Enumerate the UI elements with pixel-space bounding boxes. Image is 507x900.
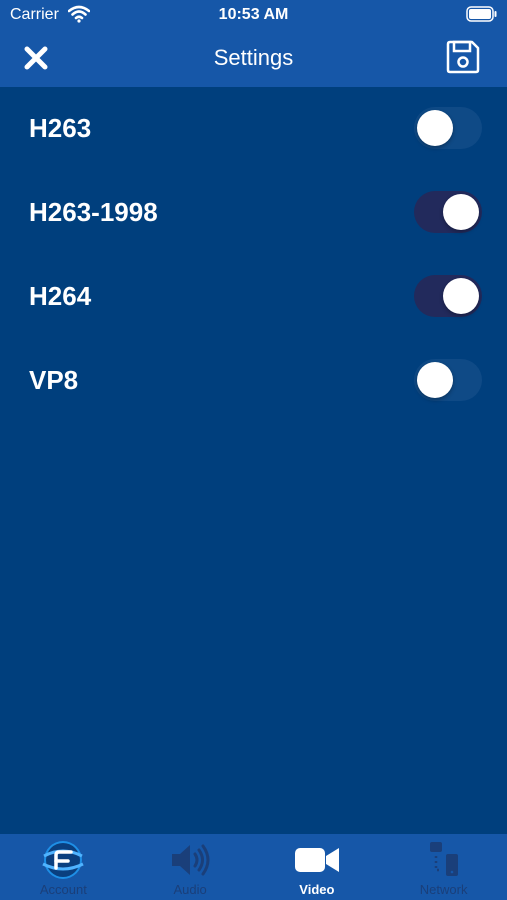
codec-toggle-vp8[interactable]	[414, 359, 482, 401]
status-time: 10:53 AM	[218, 6, 289, 23]
toggle-knob	[417, 362, 453, 398]
tab-label: Account	[39, 882, 87, 897]
network-icon	[420, 840, 468, 880]
codec-label: H263	[29, 113, 92, 143]
codec-row-h264: H264	[0, 255, 507, 339]
tab-label: Video	[299, 882, 335, 897]
tab-bar: Account Audio Video Network	[0, 834, 507, 900]
codec-row-vp8: VP8	[0, 339, 507, 423]
tab-label: Audio	[173, 882, 207, 897]
tab-account[interactable]: Account	[0, 834, 127, 900]
codec-list: H263 H263-1998 H264 VP8	[0, 87, 507, 423]
codec-toggle-h263[interactable]	[414, 107, 482, 149]
tab-video[interactable]: Video	[254, 834, 381, 900]
codec-label: H264	[29, 281, 92, 311]
speaker-icon	[166, 840, 214, 880]
toggle-knob	[443, 278, 479, 314]
tab-label: Network	[419, 882, 468, 897]
codec-toggle-h264[interactable]	[414, 275, 482, 317]
settings-screen: Carrier 10:53 AM Settings H263 H263-1998…	[0, 0, 507, 900]
account-icon	[39, 840, 87, 880]
tab-network[interactable]: Network	[380, 834, 507, 900]
video-camera-icon	[293, 840, 341, 880]
codec-label: VP8	[29, 365, 79, 395]
codec-row-h263-1998: H263-1998	[0, 171, 507, 255]
page-title: Settings	[213, 45, 294, 70]
toggle-knob	[443, 194, 479, 230]
toggle-knob	[417, 110, 453, 146]
nav-bar: Settings	[0, 32, 507, 87]
codec-row-h263: H263	[0, 87, 507, 171]
save-button[interactable]	[442, 38, 484, 80]
status-bar: Carrier 10:53 AM	[0, 0, 507, 32]
save-icon	[445, 39, 481, 80]
battery-icon	[466, 6, 498, 22]
tab-audio[interactable]: Audio	[127, 834, 254, 900]
codec-label: H263-1998	[29, 197, 158, 227]
codec-toggle-h263-1998[interactable]	[414, 191, 482, 233]
